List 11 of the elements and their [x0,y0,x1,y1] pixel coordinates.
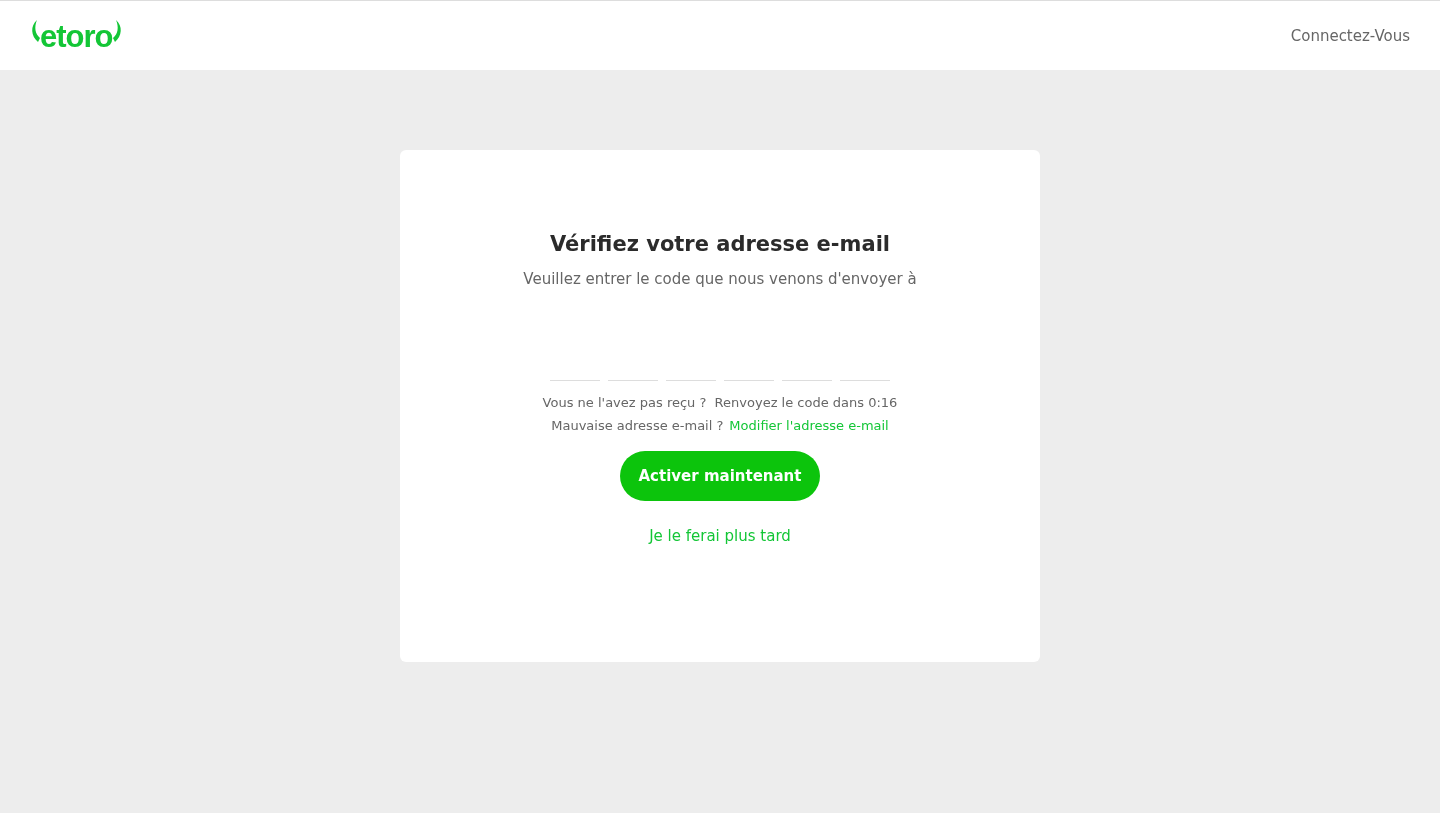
later-link[interactable]: Je le ferai plus tard [649,527,791,545]
login-link[interactable]: Connectez-Vous [1290,26,1410,45]
change-email-link[interactable]: Modifier l'adresse e-mail [729,418,889,433]
horn-icon [30,19,40,44]
wrong-email-text: Mauvaise adresse e-mail ? [551,418,724,433]
title: Vérifiez votre adresse e-mail [549,232,891,256]
activate-button[interactable]: Activer maintenant [620,451,820,501]
logo[interactable]: etoro [40,20,113,52]
instruction-text: Veuillez entrer le code que nous venons d'envoyer à [523,270,917,290]
resend-text: Vous ne l'avez pas reçu ? Renvoyez le code dans 0:16 [542,395,898,410]
horn-icon [112,19,123,44]
